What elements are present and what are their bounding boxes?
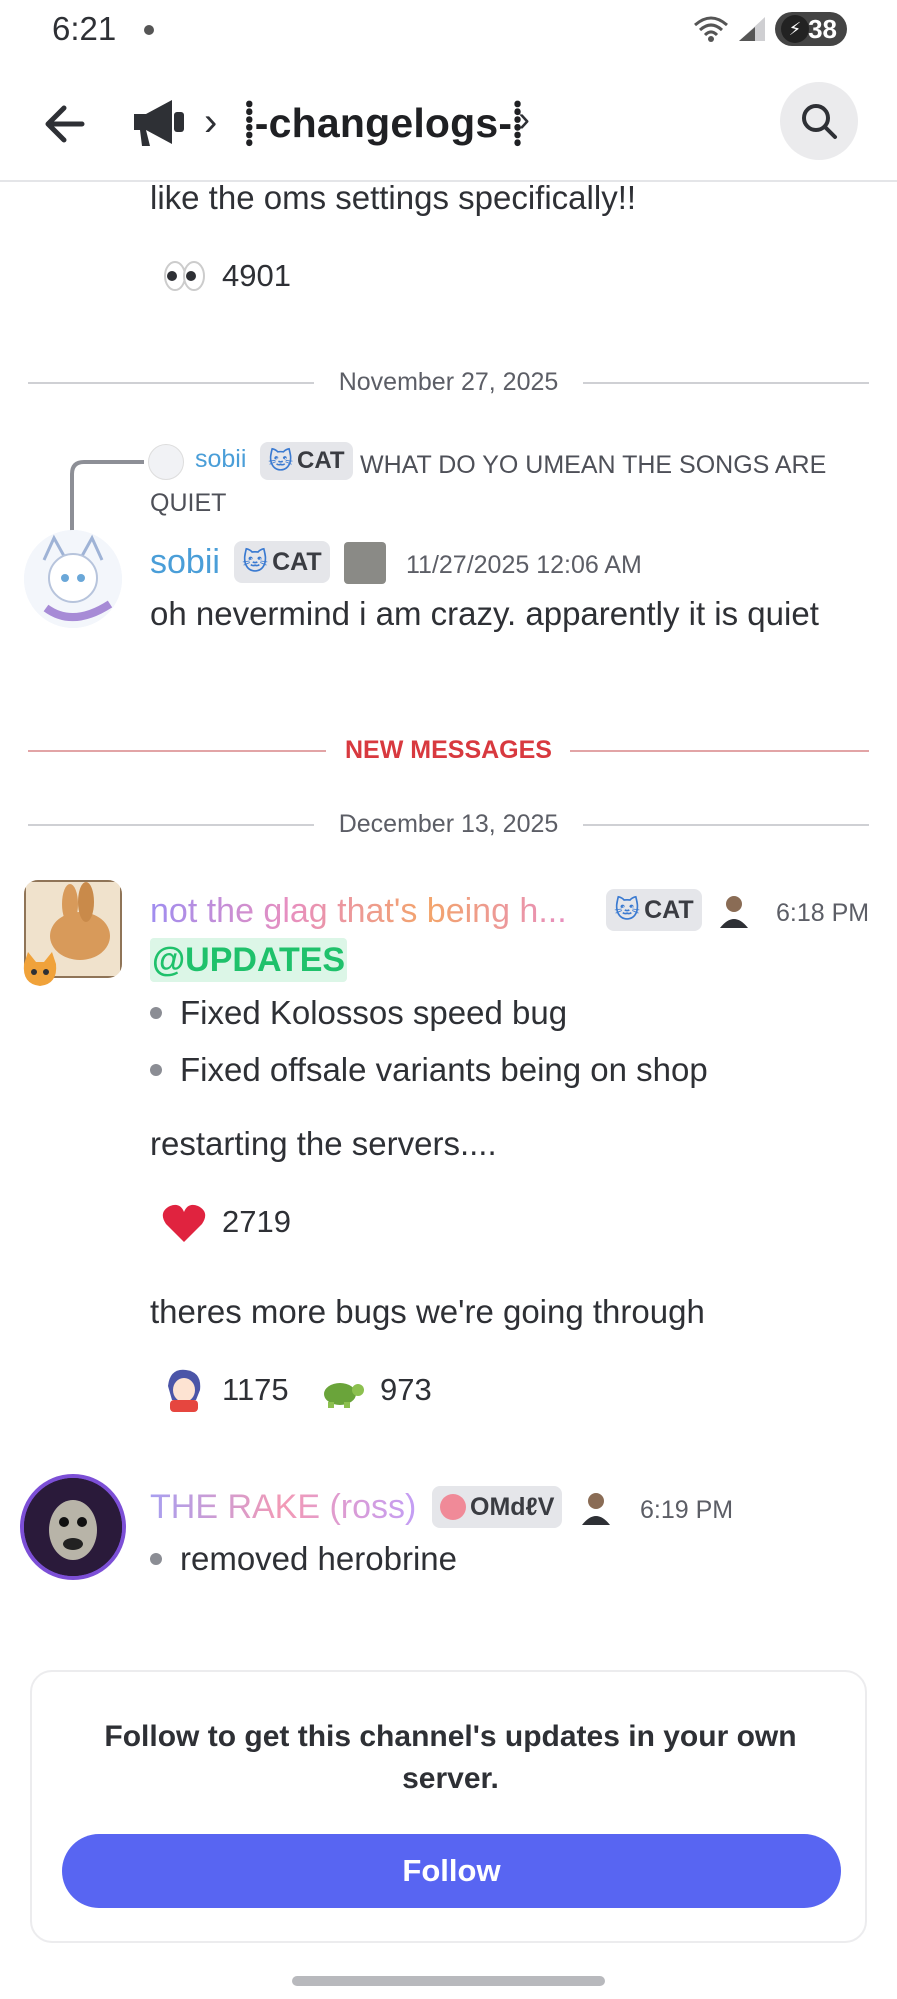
- signal-icon: [739, 17, 765, 41]
- timestamp: 6:18 PM: [776, 899, 870, 927]
- follow-prompt: Follow to get this channel's updates in …: [104, 1720, 797, 1795]
- message-author[interactable]: not the glag that's being h...: [150, 892, 567, 931]
- new-messages-divider: NEW MESSAGES: [28, 730, 869, 770]
- home-indicator[interactable]: [292, 1976, 605, 1986]
- list-item: removed herobrine: [150, 1540, 457, 1578]
- cat-icon: 🐱: [614, 896, 641, 924]
- chevron-right-icon: ›: [204, 100, 218, 144]
- timestamp: 11/27/2025 12:06 AM: [406, 551, 642, 579]
- cat-photo-badge: [344, 542, 386, 584]
- role-tag: 🐱 CAT: [606, 889, 702, 931]
- avatar-image: [24, 530, 122, 628]
- skull-icon: [440, 1494, 466, 1520]
- search-button[interactable]: [780, 82, 858, 160]
- man-portrait-badge: [582, 1493, 610, 1525]
- reaction-anime-girl[interactable]: 1175: [160, 1366, 289, 1414]
- date-label: December 13, 2025: [338, 810, 559, 838]
- date-label: November 27, 2025: [338, 368, 559, 396]
- avatar[interactable]: [24, 1478, 122, 1576]
- avatar-image: [24, 1478, 122, 1576]
- wifi-icon: [694, 16, 728, 42]
- reaction-count: 973: [380, 1372, 432, 1407]
- message-text: restarting the servers....: [150, 1125, 497, 1162]
- heart-emoji-icon: [162, 1204, 206, 1242]
- status-icons: ⚡ 38: [693, 12, 847, 46]
- reply-text[interactable]: WHAT DO YO UMEAN THE SONGS ARE QUIET: [150, 446, 850, 522]
- reaction-count: 2719: [222, 1204, 291, 1239]
- follow-card: Follow to get this channel's updates in …: [30, 1670, 867, 1943]
- role-tag: 🐱 CAT: [234, 541, 330, 583]
- battery-level: 38: [808, 13, 837, 44]
- message-author[interactable]: THE RAKE (ross): [150, 1488, 416, 1527]
- list-item: Fixed offsale variants being on shop: [150, 1051, 708, 1089]
- follow-button[interactable]: Follow: [62, 1834, 841, 1908]
- message-text: theres more bugs we're going through: [150, 1293, 705, 1330]
- message-text: oh nevermind i am crazy. apparently it i…: [150, 595, 819, 632]
- cat-sticker-icon: [18, 950, 62, 988]
- chevron-right-icon[interactable]: ›: [518, 98, 530, 140]
- anime-girl-emoji-icon: [168, 1369, 201, 1412]
- turtle-emoji-icon: [324, 1383, 364, 1408]
- reaction-count: 4901: [222, 258, 291, 293]
- charging-bolt-icon: ⚡: [781, 15, 809, 43]
- man-portrait-badge: [720, 896, 748, 928]
- megaphone-icon: [134, 100, 184, 146]
- list-item: Fixed Kolossos speed bug: [150, 994, 567, 1032]
- cat-icon: 🐱: [242, 548, 269, 576]
- battery-indicator: ⚡ 38: [775, 12, 847, 46]
- channel-name[interactable]: ⸽-changelogs-⸽: [244, 94, 523, 150]
- notification-dot-icon: [144, 25, 154, 35]
- role-mention[interactable]: @UPDATES: [150, 938, 348, 982]
- message-text: like the oms settings specifically!!: [150, 179, 637, 216]
- reply-connector: [70, 460, 144, 532]
- back-arrow-icon[interactable]: [40, 96, 96, 152]
- avatar[interactable]: [24, 530, 122, 628]
- status-time: 6:21: [52, 10, 117, 47]
- channel-header: › ⸽-changelogs-⸽ ›: [0, 70, 897, 182]
- reaction-heart[interactable]: 2719: [160, 1198, 291, 1246]
- reaction-turtle[interactable]: 973: [318, 1366, 432, 1414]
- eyes-emoji-icon: [164, 261, 205, 291]
- reaction-count: 1175: [222, 1372, 289, 1407]
- status-bar: 6:21 ⚡ 38: [0, 0, 897, 60]
- timestamp: 6:19 PM: [640, 1496, 734, 1524]
- search-icon: [802, 104, 837, 139]
- date-divider: December 13, 2025: [28, 804, 869, 844]
- date-divider: November 27, 2025: [28, 362, 869, 402]
- reaction-eyes[interactable]: 4901: [160, 252, 291, 300]
- new-messages-label: NEW MESSAGES: [345, 736, 552, 764]
- message-author[interactable]: sobii: [150, 543, 220, 582]
- role-tag: OMdℓV: [432, 1486, 563, 1528]
